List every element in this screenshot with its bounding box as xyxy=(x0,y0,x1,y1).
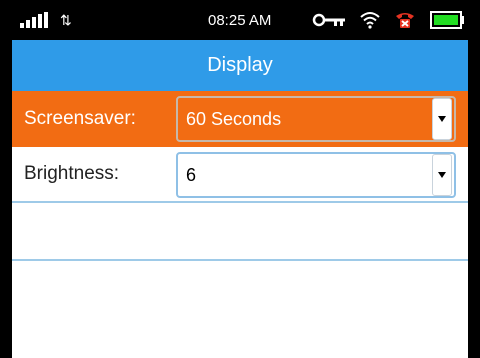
screensaver-select[interactable]: 60 Seconds xyxy=(176,96,456,142)
brightness-select[interactable]: 6 xyxy=(176,152,456,198)
screensaver-value: 60 Seconds xyxy=(186,108,282,129)
screensaver-row: Screensaver: 60 Seconds xyxy=(12,91,468,147)
header-bar: Display xyxy=(12,40,468,91)
status-time: 08:25 AM xyxy=(208,11,272,29)
brightness-value: 6 xyxy=(186,164,197,185)
dropdown-arrow-icon[interactable] xyxy=(432,154,452,196)
empty-list-row xyxy=(12,261,468,319)
data-transfer-arrows-icon: ⇅ xyxy=(60,12,72,28)
wifi-icon xyxy=(360,12,380,29)
dropdown-arrow-icon[interactable] xyxy=(432,98,452,140)
empty-list-row xyxy=(12,203,468,261)
brightness-label: Brightness: xyxy=(24,163,120,184)
page-title: Display xyxy=(207,54,273,76)
battery-icon xyxy=(430,11,464,29)
status-icons xyxy=(312,10,466,30)
phone-screen: ⇅ 08:25 AM Display Screensaver: 60 Secon… xyxy=(0,0,480,358)
signal-bars-icon xyxy=(20,12,48,28)
screensaver-label: Screensaver: xyxy=(24,108,136,129)
missed-call-icon xyxy=(396,13,414,28)
brightness-row: Brightness: 6 xyxy=(12,147,468,203)
status-bar: ⇅ 08:25 AM xyxy=(12,0,468,40)
key-icon xyxy=(312,13,345,27)
